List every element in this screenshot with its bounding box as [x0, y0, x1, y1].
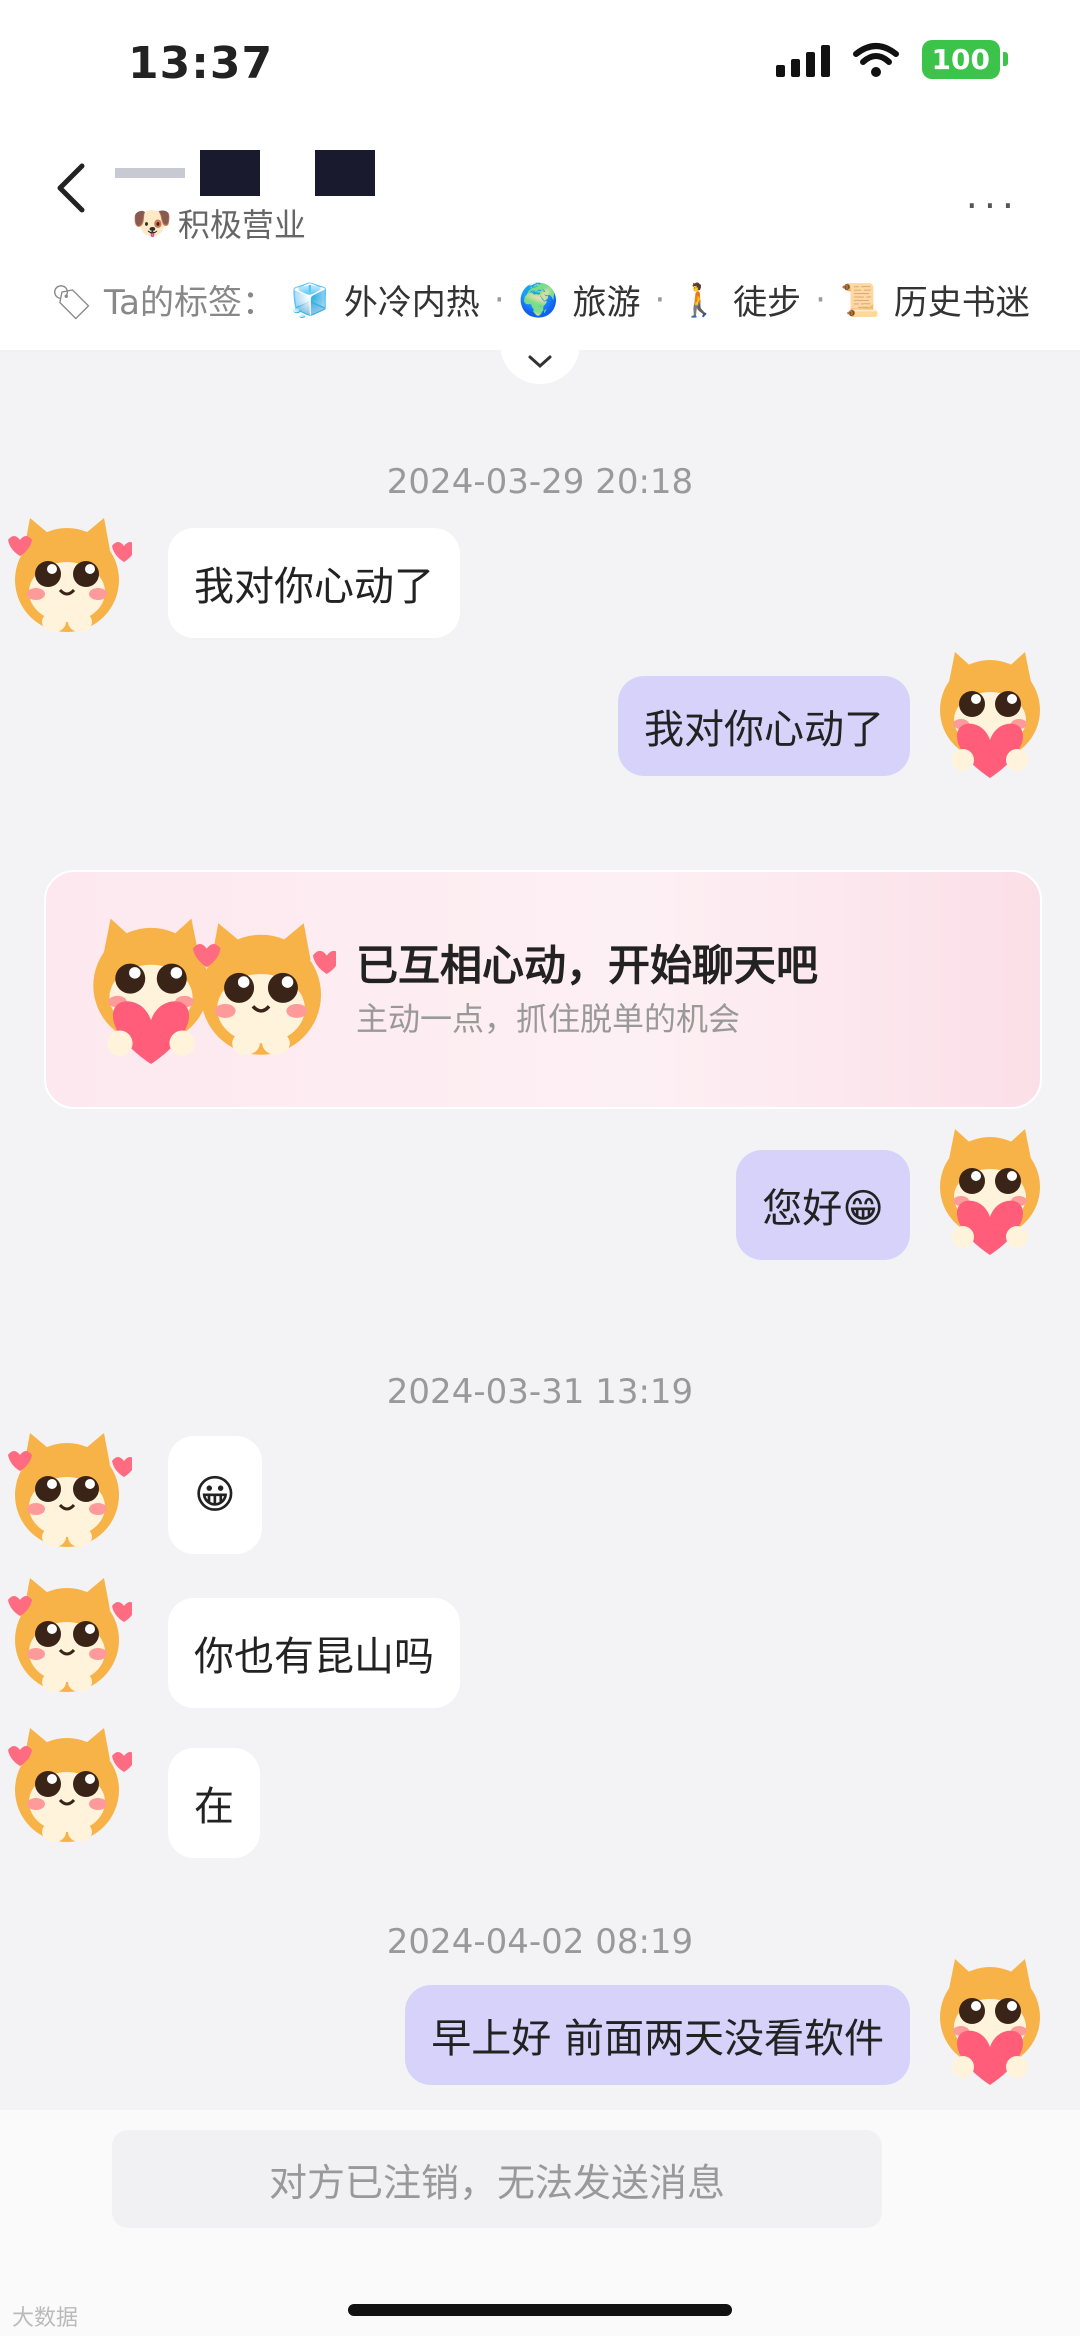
ice-icon: 🧊 [289, 280, 330, 319]
chat-timestamp: 2024-03-29 20:18 [386, 462, 694, 502]
card-subtitle: 主动一点，抓住脱单的机会 [356, 1000, 741, 1038]
message-bubble-sent[interactable]: 我对你心动了 [618, 676, 910, 776]
my-avatar[interactable] [925, 648, 1055, 778]
home-indicator [348, 2304, 732, 2316]
message-bubble-sent[interactable]: 您好😁 [736, 1150, 910, 1260]
mutual-like-card: 已互相心动，开始聊天吧 主动一点，抓住脱单的机会 [44, 870, 1042, 1109]
tag-item: 徒步 [733, 283, 802, 323]
tag-item: 旅游 [572, 283, 641, 323]
tag-separator: · [493, 279, 505, 320]
contact-avatar-small [191, 921, 336, 1057]
contact-avatar[interactable] [2, 1720, 132, 1850]
contact-avatar[interactable] [2, 510, 132, 640]
contact-name-redacted [115, 150, 405, 196]
back-icon[interactable] [52, 160, 92, 216]
message-bubble-sent[interactable]: 早上好 前面两天没看软件 [405, 1985, 910, 2085]
tag-list: 🏷 Ta的标签： 🧊 外冷内热 · 🌍 旅游 · 🚶 徒步 · 📜 历史书迷 [50, 275, 1080, 324]
status-icons: 100 [775, 40, 1009, 79]
card-title: 已互相心动，开始聊天吧 [356, 941, 819, 990]
message-bubble-received[interactable]: 😀 [168, 1436, 262, 1554]
message-bubble-received[interactable]: 我对你心动了 [168, 528, 460, 638]
dog-badge-icon: 🐶 [132, 204, 172, 242]
contact-status: 🐶 积极营业 [132, 200, 306, 246]
tag-item: 外冷内热 [343, 283, 480, 323]
contact-avatar[interactable] [2, 1570, 132, 1700]
walking-icon: 🚶 [679, 280, 720, 319]
contact-avatar[interactable] [2, 1425, 132, 1555]
signal-icon [775, 43, 830, 77]
my-avatar[interactable] [925, 1955, 1055, 2085]
tag-item: 历史书迷 [893, 283, 1030, 323]
more-icon[interactable]: ··· [966, 184, 1020, 228]
tag-label-icon: 🏷 [50, 283, 94, 323]
my-avatar[interactable] [925, 1125, 1055, 1255]
message-input-disabled: 对方已注销，无法发送消息 [112, 2130, 882, 2228]
expand-tags-button[interactable] [500, 340, 580, 384]
battery-indicator: 100 [921, 40, 1009, 79]
message-bubble-received[interactable]: 你也有昆山吗 [168, 1598, 460, 1708]
wifi-icon [852, 42, 899, 77]
message-bubble-received[interactable]: 在 [168, 1748, 260, 1858]
status-time: 13:37 [128, 38, 274, 89]
tag-list-label: 🏷 Ta的标签： [50, 283, 276, 323]
globe-icon: 🌍 [518, 280, 559, 319]
tag-separator: · [815, 279, 826, 320]
tag-separator: · [654, 279, 666, 320]
status-label: 积极营业 [177, 206, 306, 244]
scroll-icon: 📜 [839, 280, 880, 319]
chat-timestamp: 2024-04-02 08:19 [386, 1922, 694, 1962]
chat-timestamp: 2024-03-31 13:19 [386, 1372, 694, 1412]
watermark: 大数据 [12, 2306, 79, 2331]
chevron-down-icon [528, 355, 552, 369]
